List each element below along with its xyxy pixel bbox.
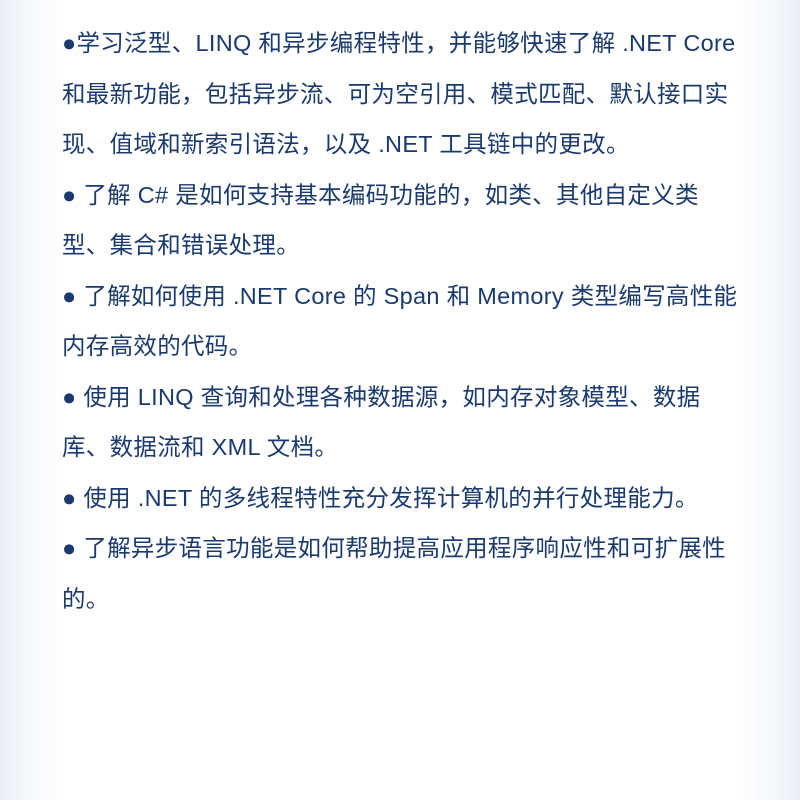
list-item-text: 使用 LINQ 查询和处理各种数据源，如内存对象模型、数据库、数据流和 XML … [62, 384, 700, 461]
bullet-marker: ● [62, 535, 77, 561]
list-item-text: 学习泛型、LINQ 和异步编程特性，并能够快速了解 .NET Core 和最新功… [62, 30, 735, 157]
document-content: ●学习泛型、LINQ 和异步编程特性，并能够快速了解 .NET Core 和最新… [62, 18, 738, 624]
list-item-text: 使用 .NET 的多线程特性充分发挥计算机的并行处理能力。 [77, 485, 699, 511]
list-item: ● 使用 LINQ 查询和处理各种数据源，如内存对象模型、数据库、数据流和 XM… [62, 372, 738, 473]
list-item: ● 了解如何使用 .NET Core 的 Span 和 Memory 类型编写高… [62, 271, 738, 372]
bullet-marker: ● [62, 485, 77, 511]
list-item: ● 使用 .NET 的多线程特性充分发挥计算机的并行处理能力。 [62, 473, 738, 524]
list-item-text: 了解 C# 是如何支持基本编码功能的，如类、其他自定义类型、集合和错误处理。 [62, 182, 699, 259]
bullet-marker: ● [62, 283, 77, 309]
bullet-marker: ● [62, 30, 77, 56]
list-item-text: 了解异步语言功能是如何帮助提高应用程序响应性和可扩展性的。 [62, 535, 726, 612]
list-item: ● 了解 C# 是如何支持基本编码功能的，如类、其他自定义类型、集合和错误处理。 [62, 170, 738, 271]
list-item-text: 了解如何使用 .NET Core 的 Span 和 Memory 类型编写高性能… [62, 283, 737, 360]
list-item: ● 了解异步语言功能是如何帮助提高应用程序响应性和可扩展性的。 [62, 523, 738, 624]
list-item: ●学习泛型、LINQ 和异步编程特性，并能够快速了解 .NET Core 和最新… [62, 18, 738, 170]
bullet-marker: ● [62, 182, 77, 208]
bullet-marker: ● [62, 384, 77, 410]
